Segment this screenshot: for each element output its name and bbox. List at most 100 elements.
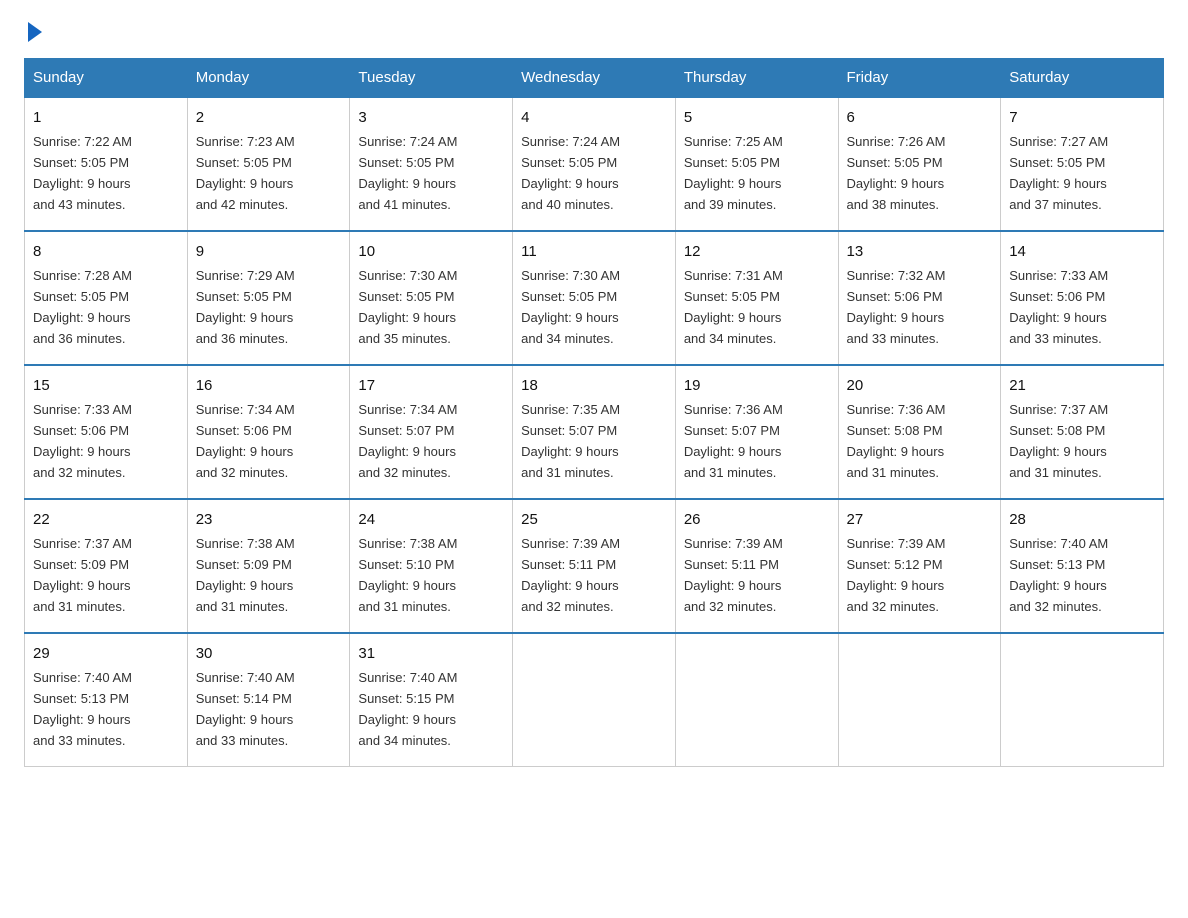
day-number: 20 <box>847 374 993 397</box>
calendar-table: SundayMondayTuesdayWednesdayThursdayFrid… <box>24 58 1164 767</box>
header-tuesday: Tuesday <box>350 59 513 98</box>
day-number: 14 <box>1009 240 1155 263</box>
day-cell-29: 29Sunrise: 7:40 AMSunset: 5:13 PMDayligh… <box>25 633 188 766</box>
empty-cell <box>838 633 1001 766</box>
day-number: 29 <box>33 642 179 665</box>
day-number: 12 <box>684 240 830 263</box>
day-info: Sunrise: 7:32 AMSunset: 5:06 PMDaylight:… <box>847 268 946 346</box>
day-cell-7: 7Sunrise: 7:27 AMSunset: 5:05 PMDaylight… <box>1001 97 1164 231</box>
day-cell-21: 21 Sunrise: 7:37 AMSunset: 5:08 PMDayligh… <box>1001 365 1164 499</box>
week-row-1: 1 Sunrise: 7:22 AMSunset: 5:05 PMDaylight… <box>25 97 1164 231</box>
week-row-3: 15 Sunrise: 7:33 AMSunset: 5:06 PMDayligh… <box>25 365 1164 499</box>
day-cell-28: 28 Sunrise: 7:40 AMSunset: 5:13 PMDayligh… <box>1001 499 1164 633</box>
header-saturday: Saturday <box>1001 59 1164 98</box>
day-number: 22 <box>33 508 179 531</box>
header-row: SundayMondayTuesdayWednesdayThursdayFrid… <box>25 59 1164 98</box>
empty-cell <box>1001 633 1164 766</box>
day-info: Sunrise: 7:27 AMSunset: 5:05 PMDaylight:… <box>1009 134 1108 212</box>
day-number: 11 <box>521 240 667 263</box>
day-cell-20: 20 Sunrise: 7:36 AMSunset: 5:08 PMDayligh… <box>838 365 1001 499</box>
day-number: 1 <box>33 106 179 129</box>
day-info: Sunrise: 7:36 AMSunset: 5:07 PMDaylight:… <box>684 402 783 480</box>
day-cell-8: 8Sunrise: 7:28 AMSunset: 5:05 PMDaylight… <box>25 231 188 365</box>
day-cell-1: 1 Sunrise: 7:22 AMSunset: 5:05 PMDaylight… <box>25 97 188 231</box>
day-number: 24 <box>358 508 504 531</box>
day-cell-27: 27 Sunrise: 7:39 AMSunset: 5:12 PMDayligh… <box>838 499 1001 633</box>
day-number: 15 <box>33 374 179 397</box>
day-cell-2: 2 Sunrise: 7:23 AMSunset: 5:05 PMDaylight… <box>187 97 350 231</box>
week-row-2: 8Sunrise: 7:28 AMSunset: 5:05 PMDaylight… <box>25 231 1164 365</box>
day-number: 31 <box>358 642 504 665</box>
day-info: Sunrise: 7:33 AMSunset: 5:06 PMDaylight:… <box>33 402 132 480</box>
day-info: Sunrise: 7:22 AMSunset: 5:05 PMDaylight:… <box>33 134 132 212</box>
header-thursday: Thursday <box>675 59 838 98</box>
week-row-5: 29Sunrise: 7:40 AMSunset: 5:13 PMDayligh… <box>25 633 1164 766</box>
week-row-4: 22 Sunrise: 7:37 AMSunset: 5:09 PMDayligh… <box>25 499 1164 633</box>
day-info: Sunrise: 7:39 AMSunset: 5:12 PMDaylight:… <box>847 536 946 614</box>
day-cell-31: 31 Sunrise: 7:40 AMSunset: 5:15 PMDayligh… <box>350 633 513 766</box>
day-cell-10: 10 Sunrise: 7:30 AMSunset: 5:05 PMDayligh… <box>350 231 513 365</box>
day-number: 21 <box>1009 374 1155 397</box>
header-sunday: Sunday <box>25 59 188 98</box>
day-number: 17 <box>358 374 504 397</box>
day-cell-9: 9 Sunrise: 7:29 AMSunset: 5:05 PMDaylight… <box>187 231 350 365</box>
day-info: Sunrise: 7:39 AMSunset: 5:11 PMDaylight:… <box>684 536 783 614</box>
day-info: Sunrise: 7:33 AMSunset: 5:06 PMDaylight:… <box>1009 268 1108 346</box>
day-cell-13: 13Sunrise: 7:32 AMSunset: 5:06 PMDayligh… <box>838 231 1001 365</box>
day-info: Sunrise: 7:40 AMSunset: 5:15 PMDaylight:… <box>358 670 457 748</box>
day-info: Sunrise: 7:37 AMSunset: 5:09 PMDaylight:… <box>33 536 132 614</box>
day-number: 3 <box>358 106 504 129</box>
day-cell-11: 11Sunrise: 7:30 AMSunset: 5:05 PMDayligh… <box>513 231 676 365</box>
day-cell-6: 6 Sunrise: 7:26 AMSunset: 5:05 PMDaylight… <box>838 97 1001 231</box>
day-number: 23 <box>196 508 342 531</box>
day-info: Sunrise: 7:34 AMSunset: 5:07 PMDaylight:… <box>358 402 457 480</box>
day-cell-23: 23 Sunrise: 7:38 AMSunset: 5:09 PMDayligh… <box>187 499 350 633</box>
day-info: Sunrise: 7:36 AMSunset: 5:08 PMDaylight:… <box>847 402 946 480</box>
day-cell-5: 5 Sunrise: 7:25 AMSunset: 5:05 PMDaylight… <box>675 97 838 231</box>
day-info: Sunrise: 7:30 AMSunset: 5:05 PMDaylight:… <box>358 268 457 346</box>
day-number: 9 <box>196 240 342 263</box>
day-info: Sunrise: 7:24 AMSunset: 5:05 PMDaylight:… <box>358 134 457 212</box>
day-info: Sunrise: 7:28 AMSunset: 5:05 PMDaylight:… <box>33 268 132 346</box>
day-cell-19: 19 Sunrise: 7:36 AMSunset: 5:07 PMDayligh… <box>675 365 838 499</box>
day-cell-25: 25Sunrise: 7:39 AMSunset: 5:11 PMDayligh… <box>513 499 676 633</box>
day-cell-22: 22 Sunrise: 7:37 AMSunset: 5:09 PMDayligh… <box>25 499 188 633</box>
day-number: 6 <box>847 106 993 129</box>
day-cell-26: 26 Sunrise: 7:39 AMSunset: 5:11 PMDayligh… <box>675 499 838 633</box>
logo-triangle-icon <box>28 22 42 42</box>
day-number: 28 <box>1009 508 1155 531</box>
day-number: 30 <box>196 642 342 665</box>
day-number: 19 <box>684 374 830 397</box>
day-number: 4 <box>521 106 667 129</box>
day-info: Sunrise: 7:37 AMSunset: 5:08 PMDaylight:… <box>1009 402 1108 480</box>
day-cell-18: 18Sunrise: 7:35 AMSunset: 5:07 PMDayligh… <box>513 365 676 499</box>
page-header <box>24 24 1164 38</box>
day-cell-14: 14 Sunrise: 7:33 AMSunset: 5:06 PMDayligh… <box>1001 231 1164 365</box>
header-friday: Friday <box>838 59 1001 98</box>
day-cell-16: 16 Sunrise: 7:34 AMSunset: 5:06 PMDayligh… <box>187 365 350 499</box>
day-cell-17: 17 Sunrise: 7:34 AMSunset: 5:07 PMDayligh… <box>350 365 513 499</box>
day-info: Sunrise: 7:35 AMSunset: 5:07 PMDaylight:… <box>521 402 620 480</box>
day-info: Sunrise: 7:25 AMSunset: 5:05 PMDaylight:… <box>684 134 783 212</box>
day-cell-12: 12 Sunrise: 7:31 AMSunset: 5:05 PMDayligh… <box>675 231 838 365</box>
day-info: Sunrise: 7:31 AMSunset: 5:05 PMDaylight:… <box>684 268 783 346</box>
day-number: 27 <box>847 508 993 531</box>
day-cell-24: 24 Sunrise: 7:38 AMSunset: 5:10 PMDayligh… <box>350 499 513 633</box>
day-cell-30: 30Sunrise: 7:40 AMSunset: 5:14 PMDayligh… <box>187 633 350 766</box>
day-cell-3: 3 Sunrise: 7:24 AMSunset: 5:05 PMDaylight… <box>350 97 513 231</box>
day-info: Sunrise: 7:29 AMSunset: 5:05 PMDaylight:… <box>196 268 295 346</box>
day-info: Sunrise: 7:40 AMSunset: 5:13 PMDaylight:… <box>1009 536 1108 614</box>
day-info: Sunrise: 7:38 AMSunset: 5:09 PMDaylight:… <box>196 536 295 614</box>
day-info: Sunrise: 7:23 AMSunset: 5:05 PMDaylight:… <box>196 134 295 212</box>
day-number: 16 <box>196 374 342 397</box>
day-info: Sunrise: 7:26 AMSunset: 5:05 PMDaylight:… <box>847 134 946 212</box>
day-number: 26 <box>684 508 830 531</box>
day-number: 5 <box>684 106 830 129</box>
day-number: 2 <box>196 106 342 129</box>
empty-cell <box>675 633 838 766</box>
day-info: Sunrise: 7:34 AMSunset: 5:06 PMDaylight:… <box>196 402 295 480</box>
day-info: Sunrise: 7:38 AMSunset: 5:10 PMDaylight:… <box>358 536 457 614</box>
day-info: Sunrise: 7:24 AMSunset: 5:05 PMDaylight:… <box>521 134 620 212</box>
day-number: 10 <box>358 240 504 263</box>
logo <box>24 24 42 38</box>
